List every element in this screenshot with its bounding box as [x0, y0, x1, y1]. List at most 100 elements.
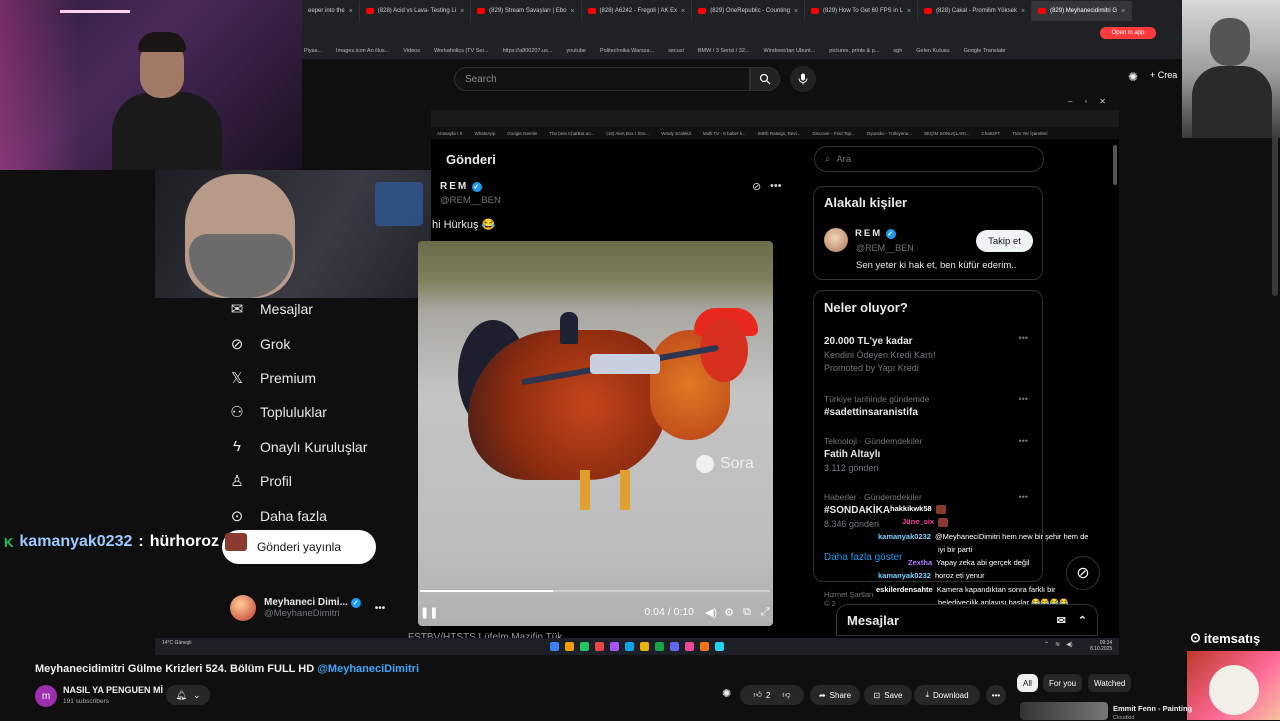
filter-chip[interactable]: Watched [1088, 674, 1132, 692]
video-progress-bar[interactable] [420, 590, 770, 592]
volume-icon[interactable]: ◀) [1066, 641, 1073, 648]
more-icon[interactable]: ••• [1019, 333, 1028, 343]
recommendation-thumbnail[interactable] [1020, 702, 1108, 720]
browser-tab[interactable]: eeper into the × [302, 1, 360, 21]
shared-bookmark-item[interactable]: Tüm Yer İşaretleri [1012, 131, 1047, 136]
shared-bookmark-item[interactable]: ChatGPT [981, 131, 1000, 136]
browser-tab[interactable]: (829) OneRepublic - Counting × [692, 1, 806, 21]
follow-button[interactable]: Takip et [976, 230, 1033, 252]
bookmark-item[interactable]: Gelen Kutusu [916, 48, 949, 54]
minimize-icon[interactable]: – [1068, 97, 1072, 106]
taskbar-app-icon[interactable] [580, 642, 589, 651]
bookmark-item[interactable]: Politechnika Warsza... [600, 48, 654, 54]
taskbar-app-icon[interactable] [565, 642, 574, 651]
volume-icon[interactable]: ◀) [702, 606, 720, 619]
wifi-icon[interactable]: ≋ [1055, 641, 1060, 648]
close-tab-icon[interactable]: × [907, 8, 911, 15]
subscription-bell-button[interactable]: 🔔︎ ⌄ [166, 685, 210, 705]
shared-bookmark-item[interactable]: Discover - Find Top... [812, 131, 854, 136]
more-icon[interactable]: ••• [1019, 394, 1028, 404]
shared-bookmark-item[interactable]: Anasayfa / X [437, 131, 463, 136]
taskbar-clock[interactable]: 09:34 8.10.2025 [1090, 640, 1112, 652]
grok-floating-button[interactable]: ⊘ [1066, 556, 1100, 590]
trend-item[interactable]: Teknoloji · Gündemdekiler Fatih Altaylı 3.… [824, 436, 1034, 473]
shared-bookmark-item[interactable]: Multi TV - 8 haber k... [703, 131, 746, 136]
voice-search-button[interactable] [790, 66, 816, 92]
related-user-name[interactable]: REM ✓ [855, 228, 897, 239]
browser-tab[interactable]: (828) A6242 - Fregoli | AK Ex × [582, 1, 693, 21]
system-tray[interactable]: ⌃ ≋ ◀) [1044, 641, 1073, 648]
taskbar-app-icon[interactable] [700, 642, 709, 651]
grok-icon[interactable]: ⊘ [752, 180, 761, 193]
browser-tab[interactable]: (829) Stream Savaşları | Ebo × [471, 1, 582, 21]
bookmark-item[interactable]: pictures, prints & p... [829, 48, 879, 54]
channel-name[interactable]: NASIL YA PENGUEN Mİ [63, 685, 163, 695]
remix-icon[interactable]: ✺ [722, 687, 731, 700]
taskbar-app-icon[interactable] [595, 642, 604, 651]
post-author-name[interactable]: REM ✓ [440, 181, 483, 192]
sidebar-item-premium[interactable]: 𝕏 Premium [228, 361, 418, 395]
trend-item[interactable]: 20.000 TL'ye kadar Kendini Ödeyen Kredi K… [824, 333, 1034, 373]
sidebar-item-grok[interactable]: ⊘ Grok [228, 326, 418, 360]
show-more-link[interactable]: Daha fazla göster [824, 552, 902, 563]
sidebar-item-daha-fazla[interactable]: ⊙ Daha fazla [228, 498, 418, 532]
more-icon[interactable]: ••• [1019, 436, 1028, 446]
bookmark-item[interactable]: BMW / 3 Serisi / 32... [698, 48, 750, 54]
thumbs-down-icon[interactable]: 👎︎ [782, 690, 790, 700]
bookmark-item[interactable]: https://a800207.us... [503, 48, 553, 54]
bookmark-item[interactable]: Piyas... [304, 48, 322, 54]
close-tab-icon[interactable]: × [681, 8, 685, 15]
taskbar-app-icon[interactable] [550, 642, 559, 651]
browser-tab[interactable]: (829) How To Get 60 FPS in L × [805, 1, 919, 21]
download-button[interactable]: ⤓ Download [914, 685, 980, 705]
browser-tab[interactable]: (828) Cakal - Promilim Yüksek × [918, 1, 1033, 21]
filter-chip[interactable]: For you [1043, 674, 1083, 692]
more-icon[interactable]: ••• [1019, 492, 1028, 502]
window-controls[interactable]: – ▫ ✕ [1068, 97, 1106, 106]
channel-mention-link[interactable]: @MeyhaneciDimitri [317, 663, 419, 675]
shared-bookmark-item[interactable]: IMDb Ratings, Revi... [758, 131, 801, 136]
pause-button[interactable]: ❚❚ [420, 606, 438, 619]
bookmark-item[interactable]: Workaholics (TV Ser... [434, 48, 489, 54]
account-switcher[interactable]: Meyhaneci Dimi... ✓ @MeyhaneDimitri ••• [230, 590, 390, 626]
messages-drawer[interactable]: Mesajlar ✉ ⌃ [836, 604, 1098, 636]
search-button[interactable] [750, 67, 780, 91]
save-button[interactable]: ⊡ Save [864, 685, 912, 705]
trend-item[interactable]: Türkiye tarihinde gündemde #sadettinsaran… [824, 394, 1034, 418]
taskbar-app-icon[interactable] [685, 642, 694, 651]
close-tab-icon[interactable]: × [1021, 8, 1025, 15]
recommendation-title[interactable]: Emmit Fenn - Painting [1113, 704, 1192, 713]
x-search-input[interactable]: ⌕ Ara [814, 146, 1044, 172]
channel-avatar[interactable]: m [35, 685, 57, 707]
sidebar-item-onayl-kurulu-lar[interactable]: ϟ Onaylı Kuruluşlar [228, 430, 418, 464]
expand-icon[interactable]: ⌃ [1078, 614, 1087, 627]
bookmark-item[interactable]: secusi [668, 48, 684, 54]
shared-bookmark-item[interactable]: Google Gemini [507, 131, 537, 136]
avatar[interactable] [824, 228, 848, 252]
bookmark-item[interactable]: youtube [566, 48, 586, 54]
more-icon[interactable]: ••• [375, 603, 386, 614]
taskbar-app-icon[interactable] [610, 642, 619, 651]
chevron-up-icon[interactable]: ⌃ [1044, 641, 1049, 648]
notifications-icon[interactable]: ✺ [1128, 70, 1138, 84]
close-tab-icon[interactable]: × [349, 8, 353, 15]
sidebar-item-topluluklar[interactable]: ⚇ Topluluklar [228, 395, 418, 429]
taskbar-app-icon[interactable] [625, 642, 634, 651]
bookmark-item[interactable]: sgh [893, 48, 902, 54]
open-in-app-button[interactable]: Open in app [1100, 27, 1156, 39]
shared-bookmark-item[interactable]: The best ChatBot an... [549, 131, 594, 136]
shared-bookmark-item[interactable]: (19) Alert Box / Stre... [606, 131, 649, 136]
close-icon[interactable]: ✕ [1099, 97, 1106, 106]
maximize-icon[interactable]: ▫ [1084, 97, 1087, 106]
like-dislike-group[interactable]: 👍︎ 2 👎︎ [740, 685, 804, 705]
post-author-handle[interactable]: @REM__BEN [440, 195, 501, 206]
shared-bookmark-item[interactable]: WhatsApp [475, 131, 496, 136]
bookmark-item[interactable]: Images.icon An illus... [336, 48, 389, 54]
close-tab-icon[interactable]: × [1121, 8, 1125, 15]
taskbar-weather[interactable]: 14°C Güneşli [162, 640, 192, 646]
thumbs-up-icon[interactable]: 👍︎ [754, 690, 762, 700]
bookmark-item[interactable]: Windows'tan Ubunt... [763, 48, 815, 54]
pip-icon[interactable]: ⧉ [738, 606, 756, 619]
more-icon[interactable]: ••• [770, 180, 782, 192]
taskbar-app-icon[interactable] [640, 642, 649, 651]
